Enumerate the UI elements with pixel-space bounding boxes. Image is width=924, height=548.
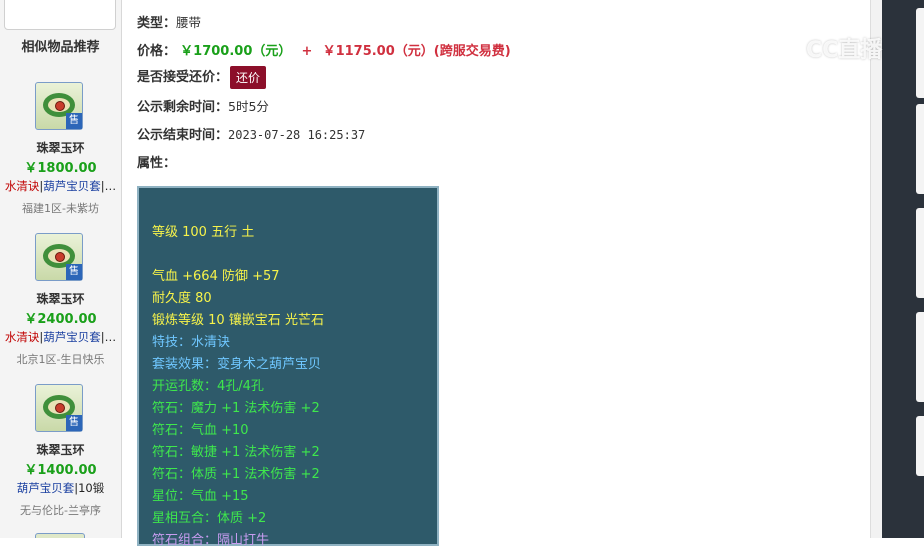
attr-line: 气血 +664 防御 +57 bbox=[152, 269, 280, 284]
item-thumbnail[interactable]: 售 bbox=[35, 82, 83, 130]
sell-badge: 售 bbox=[66, 113, 82, 129]
similar-item[interactable]: 售 珠翠玉环 ￥2400.00 水清诀|葫芦宝贝套|… 北京1区-生日快乐 bbox=[0, 233, 121, 384]
attr-line: 锻炼等级 10 镶嵌宝石 光芒石 bbox=[152, 313, 324, 328]
similar-items-sidebar: 相似物品推荐 售 珠翠玉环 ￥1800.00 水清诀|葫芦宝贝套|… 福建1区-… bbox=[0, 0, 122, 538]
bargain-button[interactable]: 还价 bbox=[230, 66, 267, 89]
price-crossserver: ￥1175.00（元）(跨服交易费) bbox=[322, 44, 511, 59]
attr-line: 特技：水清诀 bbox=[152, 335, 231, 350]
end-time-value: 2023-07-28 16:25:37 bbox=[228, 128, 366, 142]
side-card[interactable] bbox=[916, 8, 924, 98]
remaining-row: 公示剩余时间：5时5分 bbox=[137, 96, 269, 115]
attributes-box: 等级 100 五行 土 气血 +664 防御 +57 耐久度 80 锻炼等级 1… bbox=[137, 186, 439, 548]
more-tag: |… bbox=[100, 179, 117, 193]
more-tag: |… bbox=[100, 330, 117, 344]
item-price: ￥1400.00 bbox=[24, 463, 97, 478]
attr-line: 符石：体质 +1 法术伤害 +2 bbox=[152, 467, 320, 482]
item-server: 北京1区-生日快乐 bbox=[16, 353, 105, 366]
attr-line: 星相互合：体质 +2 bbox=[152, 511, 267, 526]
attr-line: 套装效果：变身术之葫芦宝贝 bbox=[152, 357, 322, 372]
item-name[interactable]: 珠翠玉环 bbox=[0, 441, 121, 458]
stream-watermark: CC直播 bbox=[776, 32, 882, 65]
remaining-value: 5时5分 bbox=[228, 99, 269, 114]
item-price: ￥1800.00 bbox=[24, 161, 97, 176]
set-tag: 葫芦宝贝套 bbox=[43, 179, 101, 193]
item-tags: 水清诀|葫芦宝贝套|… bbox=[4, 179, 117, 193]
bargain-row: 是否接受还价： 还价 bbox=[137, 66, 267, 89]
item-tags: 水清诀|葫芦宝贝套|… bbox=[4, 330, 117, 344]
item-tags: 葫芦宝贝套|10锻 bbox=[0, 480, 121, 496]
item-name[interactable]: 珠翠玉环 bbox=[0, 290, 121, 307]
side-card[interactable] bbox=[916, 312, 924, 402]
item-detail-panel: 类型：腰带 价格： ￥1700.00（元） + ￥1175.00（元）(跨服交易… bbox=[122, 0, 870, 548]
watermark-text: CC直播 bbox=[806, 38, 883, 63]
type-label: 类型： bbox=[137, 16, 177, 31]
attr-line: 耐久度 80 bbox=[152, 291, 212, 306]
attr-line: 开运孔数：4孔/4孔 bbox=[152, 379, 264, 394]
similar-item[interactable]: 售 珠翠玉环 ￥1400.00 葫芦宝贝套|10锻 无与伦比-兰亭序 bbox=[0, 384, 121, 535]
attr-line: 符石：气血 +10 bbox=[152, 423, 249, 438]
item-thumbnail[interactable]: 售 bbox=[35, 384, 83, 432]
attr-line: 符石：魔力 +1 法术伤害 +2 bbox=[152, 401, 320, 416]
side-card[interactable] bbox=[916, 208, 924, 298]
type-row: 类型：腰带 bbox=[137, 12, 201, 31]
item-server: 福建1区-未紫坊 bbox=[22, 202, 99, 215]
attr-line: 星位：气血 +15 bbox=[152, 489, 249, 504]
set-tag: 葫芦宝贝套 bbox=[16, 481, 75, 495]
item-thumbnail[interactable]: 售 bbox=[35, 233, 83, 281]
attr-line: 符石：敏捷 +1 法术伤害 +2 bbox=[152, 445, 320, 460]
attr-label: 属性： bbox=[137, 156, 177, 171]
set-tag: 葫芦宝贝套 bbox=[43, 330, 101, 344]
sell-badge: 售 bbox=[66, 415, 82, 431]
right-side-panel bbox=[882, 0, 924, 538]
attr-line: 等级 100 五行 土 bbox=[152, 225, 255, 240]
item-name[interactable]: 珠翠玉环 bbox=[0, 139, 121, 156]
item-price: ￥2400.00 bbox=[24, 312, 97, 327]
gem-icon bbox=[55, 252, 65, 262]
price-plus: + bbox=[301, 44, 313, 59]
end-time-label: 公示结束时间： bbox=[137, 128, 229, 143]
item-server: 无与伦比-兰亭序 bbox=[20, 504, 101, 517]
bargain-label: 是否接受还价： bbox=[137, 70, 229, 85]
end-time-row: 公示结束时间：2023-07-28 16:25:37 bbox=[137, 124, 365, 143]
item-thumbnail-partial bbox=[35, 533, 85, 538]
skill-tag: 水清诀 bbox=[4, 330, 40, 344]
type-value: 腰带 bbox=[176, 15, 202, 30]
attr-line: 符石组合：隔山打牛 bbox=[152, 533, 270, 548]
similar-item[interactable]: 售 珠翠玉环 ￥1800.00 水清诀|葫芦宝贝套|… 福建1区-未紫坊 bbox=[0, 82, 121, 233]
gem-icon bbox=[55, 403, 65, 413]
cc-logo-icon bbox=[776, 37, 804, 65]
price-label: 价格： bbox=[137, 44, 177, 59]
price-row: 价格： ￥1700.00（元） + ￥1175.00（元）(跨服交易费) bbox=[137, 40, 511, 59]
price-main: ￥1700.00（元） bbox=[180, 44, 292, 59]
attr-row: 属性： bbox=[137, 152, 176, 171]
sidebar-top-box bbox=[4, 0, 116, 30]
sidebar-title: 相似物品推荐 bbox=[21, 40, 100, 55]
remaining-label: 公示剩余时间： bbox=[137, 100, 229, 115]
side-card[interactable] bbox=[916, 416, 924, 476]
more-tag: |10锻 bbox=[74, 481, 105, 495]
side-card[interactable] bbox=[916, 104, 924, 194]
skill-tag: 水清诀 bbox=[4, 179, 40, 193]
sell-badge: 售 bbox=[66, 264, 82, 280]
gem-icon bbox=[55, 101, 65, 111]
